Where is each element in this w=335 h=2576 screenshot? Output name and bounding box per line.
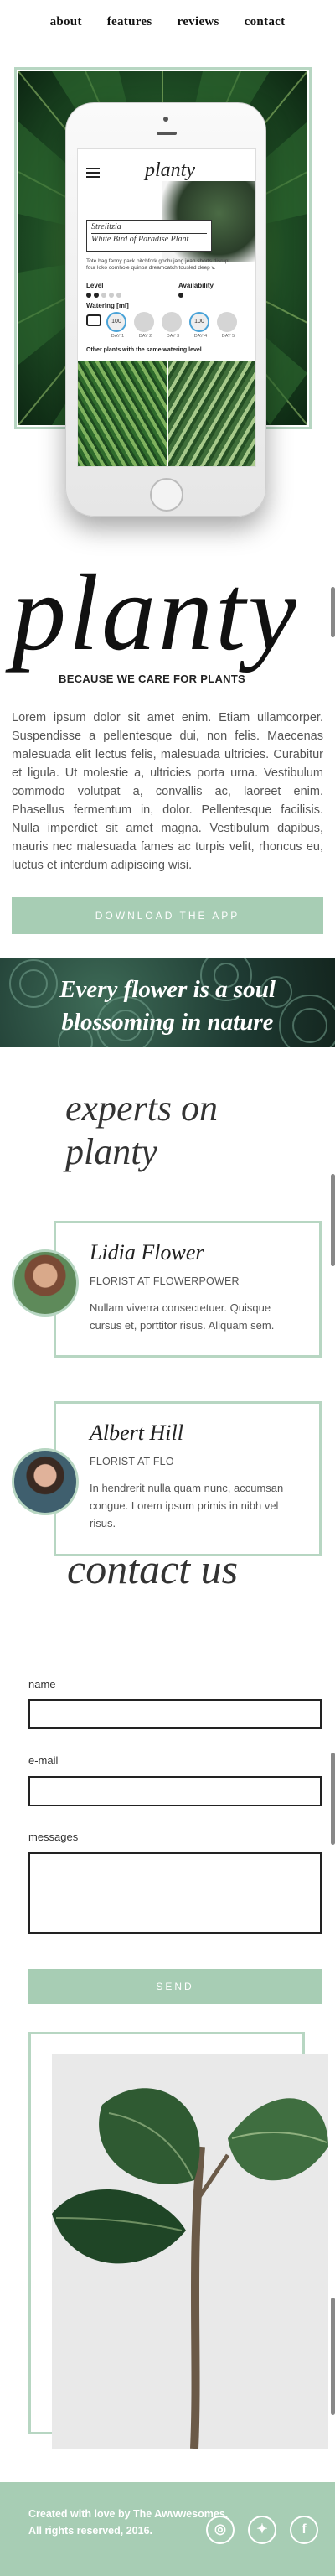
expert-role: FLORIST AT FLO [90, 1456, 174, 1467]
instagram-icon[interactable]: ◎ [206, 2516, 234, 2544]
name-label: name [28, 1678, 56, 1690]
messages-field[interactable] [28, 1852, 322, 1934]
hero-tagline: BECAUSE WE CARE FOR PLANTS [59, 673, 246, 685]
level-label: Level [86, 282, 104, 289]
watering-day[interactable]: DAY 5 [217, 312, 240, 339]
menu-icon[interactable] [86, 168, 100, 178]
phone-speaker [157, 132, 177, 135]
expert-name: Lidia Flower [90, 1240, 204, 1265]
scrollbar-thumb[interactable] [331, 1753, 335, 1845]
day-label: DAY 4 [193, 334, 208, 339]
plant-name: Strelitzia [91, 222, 121, 231]
plant-subtitle: White Bird of Paradise Plant [91, 233, 207, 244]
scrollbar-thumb[interactable] [331, 587, 335, 637]
app-logo: planty [145, 159, 195, 181]
day-label: DAY 1 [111, 334, 125, 339]
quote-line-1: Every flower is a soul [59, 976, 276, 1003]
expert-card: Lidia Flower FLORIST AT FLOWERPOWER Null… [54, 1221, 322, 1358]
watering-day[interactable]: 100 DAY 4 [189, 312, 212, 339]
plant-name-box: Strelitzia White Bird of Paradise Plant [86, 220, 212, 252]
quote-text: Every flower is a soul blossoming in nat… [0, 974, 335, 1039]
app-screen: planty Strelitzia White Bird of Paradise… [77, 148, 256, 467]
expert-card: Albert Hill FLORIST AT FLO In hendrerit … [54, 1401, 322, 1556]
avatar [12, 1249, 79, 1317]
facebook-icon[interactable]: f [290, 2516, 318, 2544]
scrollbar-thumb[interactable] [331, 2298, 335, 2415]
expert-name: Albert Hill [90, 1420, 183, 1445]
watering-day[interactable]: 100 DAY 1 [106, 312, 129, 339]
send-button[interactable]: SEND [28, 1969, 322, 2004]
day-label: DAY 5 [221, 334, 235, 339]
phone-mockup: planty Strelitzia White Bird of Paradise… [65, 102, 266, 517]
quote-banner: Every flower is a soul blossoming in nat… [0, 958, 335, 1047]
experts-heading: experts on planty [65, 1087, 317, 1174]
experts-heading-line-2: planty [65, 1131, 157, 1172]
watering-can-icon [86, 314, 101, 326]
watering-days: 100 DAY 1 DAY 2 DAY 3 100 DAY 4 DAY 5 [106, 312, 240, 339]
scrollbar-thumb[interactable] [331, 1174, 335, 1266]
phone-camera [163, 117, 168, 122]
plant-description: Tote bag fanny pack pitchfork gochujang … [86, 258, 230, 271]
other-plant-thumb[interactable] [78, 361, 167, 466]
name-field[interactable] [28, 1699, 322, 1729]
day-circle: 100 [106, 312, 126, 332]
footer: Created with love by The Awwwesomes. All… [0, 2482, 335, 2576]
nav-features-link[interactable]: features [107, 15, 152, 29]
availability-dot [178, 293, 183, 298]
watering-day[interactable]: DAY 3 [162, 312, 184, 339]
day-circle [134, 312, 154, 332]
email-label: e-mail [28, 1754, 59, 1767]
day-circle [162, 312, 182, 332]
expert-role: FLORIST AT FLOWERPOWER [90, 1275, 240, 1287]
other-plant-thumb[interactable] [168, 361, 255, 466]
day-circle [217, 312, 237, 332]
availability-label: Availability [178, 282, 214, 289]
email-field[interactable] [28, 1776, 322, 1806]
day-label: DAY 3 [166, 334, 180, 339]
download-app-button[interactable]: DOWNLOAD THE APP [12, 897, 323, 934]
top-nav: about features reviews contact [0, 0, 335, 44]
twitter-icon[interactable]: ✦ [248, 2516, 276, 2544]
watering-day[interactable]: DAY 2 [134, 312, 157, 339]
expert-bio: Nullam viverra consectetuer. Quisque cur… [90, 1301, 275, 1332]
messages-label: messages [28, 1831, 79, 1843]
fiddle-leaf-plant-image [52, 2054, 328, 2449]
nav-contact-link[interactable]: contact [245, 15, 286, 29]
home-button [150, 478, 183, 512]
avatar [12, 1448, 79, 1515]
day-circle: 100 [189, 312, 209, 332]
quote-line-2: blossoming in nature [61, 1009, 274, 1036]
experts-heading-line-1: experts on [65, 1088, 219, 1129]
day-label: DAY 2 [138, 334, 152, 339]
level-dots [86, 293, 121, 298]
nav-reviews-link[interactable]: reviews [178, 15, 219, 29]
hero-body-text: Lorem ipsum dolor sit amet enim. Etiam u… [12, 711, 323, 872]
other-plants-label: Other plants with the same watering leve… [86, 347, 202, 353]
footer-line-1: Created with love by The Awwwesomes. [28, 2508, 229, 2520]
nav-about-link[interactable]: about [50, 15, 82, 29]
expert-bio: In hendrerit nulla quam nunc, accumsan c… [90, 1482, 284, 1530]
hero-title: planty [12, 553, 299, 673]
watering-label: Watering [ml] [86, 302, 129, 309]
contact-heading: contact us [67, 1545, 239, 1592]
